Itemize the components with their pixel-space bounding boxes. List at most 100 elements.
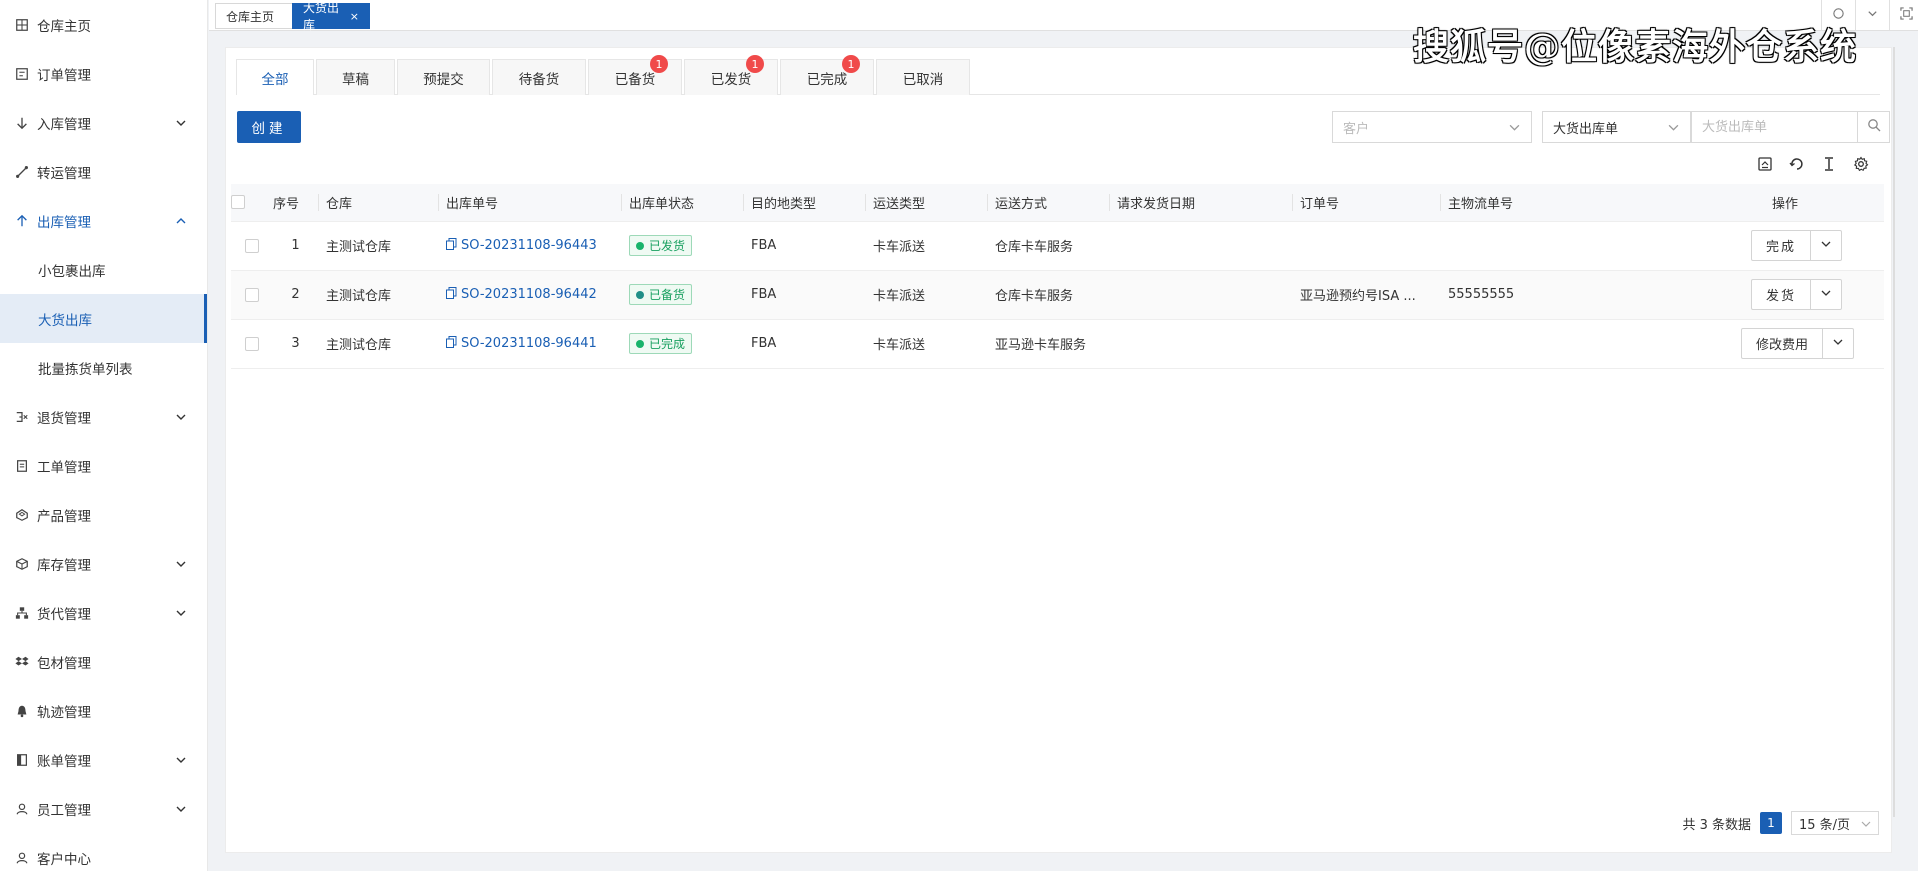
select-all-checkbox-cell[interactable] [231,184,273,222]
edit-fee-button[interactable]: 修改费用 [1742,329,1823,358]
vertical-scrollbar[interactable] [1893,47,1895,817]
sidebar-item-transfer[interactable]: 转运管理 [0,147,207,196]
shipping-type-cell: 卡车派送 [865,221,987,271]
sidebar-item-products[interactable]: 产品管理 [0,490,207,539]
column-header: 出库单号 [438,184,621,222]
create-button[interactable]: 创建 [237,111,301,143]
action-button-group: 完成 [1750,230,1842,261]
sidebar-item-batch-picking-list[interactable]: 批量拣货单列表 [0,343,207,392]
order-number-cell [1292,221,1440,271]
sitemap-icon [14,605,30,621]
sidebar-item-staff[interactable]: 员工管理 [0,784,207,833]
tab-pre-submit[interactable]: 预提交 [397,59,490,95]
count-badge: 1 [650,55,668,73]
refresh-icon[interactable] [1787,154,1807,174]
sidebar-item-label: 退货管理 [37,410,91,427]
page-tab-bulk-outbound[interactable]: 大货出库 × [292,1,370,32]
customer-select[interactable]: 客户 [1332,111,1532,143]
sidebar-item-label: 批量拣货单列表 [38,361,133,378]
column-header: 目的地类型 [743,184,865,222]
sidebar-item-returns[interactable]: 退货管理 [0,392,207,441]
select-all-checkbox[interactable] [231,195,245,210]
shipping-method-cell: 仓库卡车服务 [987,221,1109,271]
more-actions-button[interactable] [1811,231,1841,260]
ship-button[interactable]: 发货 [1752,280,1811,309]
sidebar-item-orders[interactable]: 订单管理 [0,49,207,98]
close-icon[interactable]: × [350,10,359,23]
tab-all[interactable]: 全部 [236,59,314,95]
dropbox-icon [14,654,30,670]
tab-completed[interactable]: 已完成 1 [780,55,874,95]
tab-stocked[interactable]: 已备货 1 [588,55,682,95]
sidebar-item-packaging[interactable]: 包材管理 [0,637,207,686]
page-tab-label: 仓库主页 [226,9,275,24]
tab-shipped[interactable]: 已发货 1 [684,55,778,95]
tab-label: 全部 [261,71,289,88]
sidebar-item-label: 小包裹出库 [38,263,106,280]
sidebar-item-warehouse-home[interactable]: 仓库主页 [0,0,207,49]
status-dot-icon [636,339,644,348]
action-button-group: 发货 [1750,279,1842,310]
row-checkbox[interactable] [245,287,259,302]
more-actions-button[interactable] [1811,280,1841,309]
sidebar-item-customer-center[interactable]: 客户中心 [0,833,207,871]
copy-icon[interactable] [446,335,457,352]
column-header: 运送方式 [987,184,1109,222]
search-button[interactable] [1858,111,1890,143]
column-height-icon[interactable] [1819,154,1839,174]
customer-select-placeholder: 客户 [1343,121,1370,137]
row-number: 3 [273,319,318,369]
page-tab-warehouse-home[interactable]: 仓库主页 [215,3,293,29]
row-checkbox[interactable] [245,336,259,351]
so-number-link[interactable]: SO-20231108-96441 [446,335,597,352]
chevron-down-icon [175,558,187,570]
page-button-current[interactable]: 1 [1760,812,1782,834]
row-checkbox[interactable] [245,238,259,253]
fullscreen-button[interactable] [1889,0,1918,31]
sidebar-item-small-parcel-outbound[interactable]: 小包裹出库 [0,245,207,294]
shipping-type-cell: 卡车派送 [865,270,987,320]
sidebar-item-inventory[interactable]: 库存管理 [0,539,207,588]
more-actions-button[interactable] [1823,329,1853,358]
tab-dropdown-button[interactable] [1855,0,1889,31]
tab-draft[interactable]: 草稿 [316,59,395,95]
sidebar-item-outbound[interactable]: 出库管理 [0,196,207,245]
tab-label: 预提交 [423,71,464,88]
table-row: 1 主测试仓库 SO-20231108-96443 已发货 FBA 卡车派送 仓… [231,221,1884,271]
so-number-link[interactable]: SO-20231108-96443 [446,237,597,254]
transfer-icon [14,164,30,180]
fullscreen-icon [1900,7,1913,24]
order-type-select[interactable]: 大货出库单 [1542,111,1691,143]
page-tab-label: 大货出库 [303,1,340,32]
sidebar-item-forwarders[interactable]: 货代管理 [0,588,207,637]
row-checkbox-cell[interactable] [231,319,273,369]
status-cell: 已备货 [621,270,743,320]
tab-pending-stock[interactable]: 待备货 [492,59,586,95]
row-checkbox-cell[interactable] [231,270,273,320]
warehouse-cell: 主测试仓库 [318,221,438,271]
status-cell: 已完成 [621,319,743,369]
grid-icon [14,17,30,33]
order-icon [14,66,30,82]
user-icon [14,801,30,817]
complete-button[interactable]: 完成 [1752,231,1811,260]
copy-icon[interactable] [446,286,457,303]
tab-cancelled[interactable]: 已取消 [876,59,970,95]
sidebar-item-work-orders[interactable]: 工单管理 [0,441,207,490]
sidebar-item-billing[interactable]: 账单管理 [0,735,207,784]
status-text: 已发货 [649,239,686,253]
export-icon[interactable] [1755,154,1775,174]
so-number-link[interactable]: SO-20231108-96442 [446,286,597,303]
page-size-select[interactable]: 15 条/页 [1791,811,1879,835]
search-input[interactable] [1691,111,1858,143]
copy-icon[interactable] [446,237,457,254]
status-badge: 已备货 [629,284,693,305]
sidebar-item-inbound[interactable]: 入库管理 [0,98,207,147]
row-checkbox-cell[interactable] [231,221,273,271]
sidebar-item-tracking[interactable]: 轨迹管理 [0,686,207,735]
status-text: 已备货 [649,288,686,302]
sidebar-item-label: 货代管理 [37,606,91,623]
sidebar-item-bulk-outbound[interactable]: 大货出库 [0,294,207,343]
settings-icon[interactable] [1851,154,1871,174]
so-number-cell: SO-20231108-96443 [438,221,621,271]
